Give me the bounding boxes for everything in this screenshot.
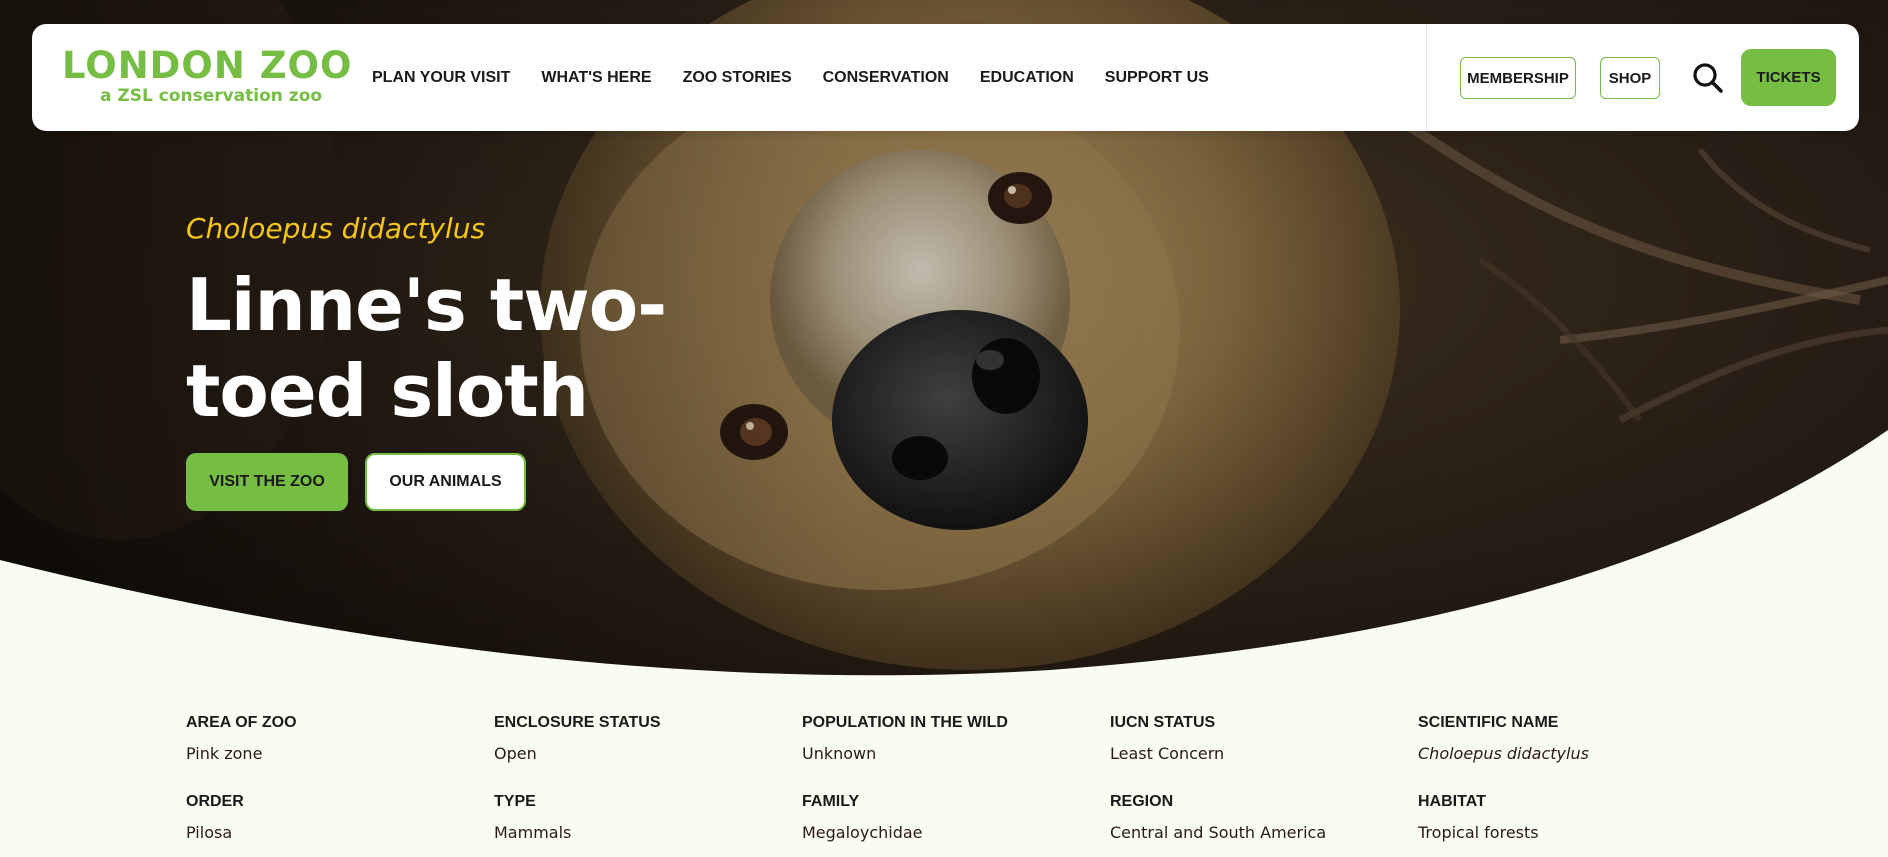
fact-label: HABITAT [1418,793,1486,810]
fact-scientific-name: SCIENTIFIC NAME Choloepus didactylus [1418,713,1726,792]
fact-label: SCIENTIFIC NAME [1418,714,1559,731]
fact-label: REGION [1110,793,1174,810]
fact-label: AREA OF ZOO [186,714,297,731]
hero-scientific-name: Choloepus didactylus [186,212,486,245]
nav-zoo-stories[interactable]: ZOO STORIES [683,69,792,87]
fact-family: FAMILY Megaloychidae [802,792,1110,857]
header-divider [1426,24,1427,131]
fact-habitat: HABITAT Tropical forests [1418,792,1726,857]
nav-conservation[interactable]: CONSERVATION [823,69,949,87]
animal-facts: AREA OF ZOO Pink zone ENCLOSURE STATUS O… [186,713,1746,857]
london-zoo-logo[interactable]: LONDON ZOO a ZSL conservation zoo [62,46,352,108]
nav-plan-your-visit[interactable]: PLAN YOUR VISIT [372,69,510,87]
fact-value: Megaloychidae [802,823,923,842]
search-icon[interactable] [1690,60,1726,96]
fact-value: Tropical forests [1418,823,1539,842]
visit-the-zoo-button[interactable]: VISIT THE ZOO [186,453,348,511]
facts-row: ORDER Pilosa TYPE Mammals FAMILY Megaloy… [186,792,1746,857]
facts-row: AREA OF ZOO Pink zone ENCLOSURE STATUS O… [186,713,1746,792]
logo-wordmark: LONDON ZOO [62,44,353,87]
fact-value: Pilosa [186,823,233,842]
logo-tagline: a ZSL conservation zoo [100,86,323,106]
fact-order: ORDER Pilosa [186,792,494,857]
fact-area-of-zoo: AREA OF ZOO Pink zone [186,713,494,792]
page-title: Linne's two-toed sloth [186,263,667,433]
page: LONDON ZOO a ZSL conservation zoo PLAN Y… [0,0,1888,857]
fact-population-in-the-wild: POPULATION IN THE WILD Unknown [802,713,1110,792]
fact-enclosure-status: ENCLOSURE STATUS Open [494,713,802,792]
nav-support-us[interactable]: SUPPORT US [1105,69,1209,87]
fact-value: Central and South America [1110,823,1327,842]
membership-button[interactable]: MEMBERSHIP [1460,57,1576,99]
fact-value: Pink zone [186,744,263,763]
fact-value: Choloepus didactylus [1418,744,1589,763]
fact-iucn-status: IUCN STATUS Least Concern [1110,713,1418,792]
fact-label: FAMILY [802,793,860,810]
our-animals-button[interactable]: OUR ANIMALS [365,453,526,511]
nav-whats-here[interactable]: WHAT'S HERE [541,69,651,87]
main-nav: PLAN YOUR VISIT WHAT'S HERE ZOO STORIES … [372,24,1240,131]
hero-buttons: VISIT THE ZOO OUR ANIMALS [186,453,526,511]
fact-label: ENCLOSURE STATUS [494,714,661,731]
tickets-button[interactable]: TICKETS [1741,49,1836,106]
fact-label: ORDER [186,793,244,810]
nav-education[interactable]: EDUCATION [980,69,1074,87]
fact-label: IUCN STATUS [1110,714,1216,731]
fact-value: Least Concern [1110,744,1225,763]
fact-region: REGION Central and South America [1110,792,1418,857]
shop-button[interactable]: SHOP [1600,57,1660,99]
fact-value: Mammals [494,823,572,842]
fact-label: TYPE [494,793,536,810]
fact-value: Unknown [802,744,877,763]
site-header: LONDON ZOO a ZSL conservation zoo PLAN Y… [32,24,1859,131]
fact-value: Open [494,744,537,763]
fact-label: POPULATION IN THE WILD [802,714,1008,731]
fact-type: TYPE Mammals [494,792,802,857]
hero-content: Choloepus didactylus Linne's two-toed sl… [186,210,806,434]
